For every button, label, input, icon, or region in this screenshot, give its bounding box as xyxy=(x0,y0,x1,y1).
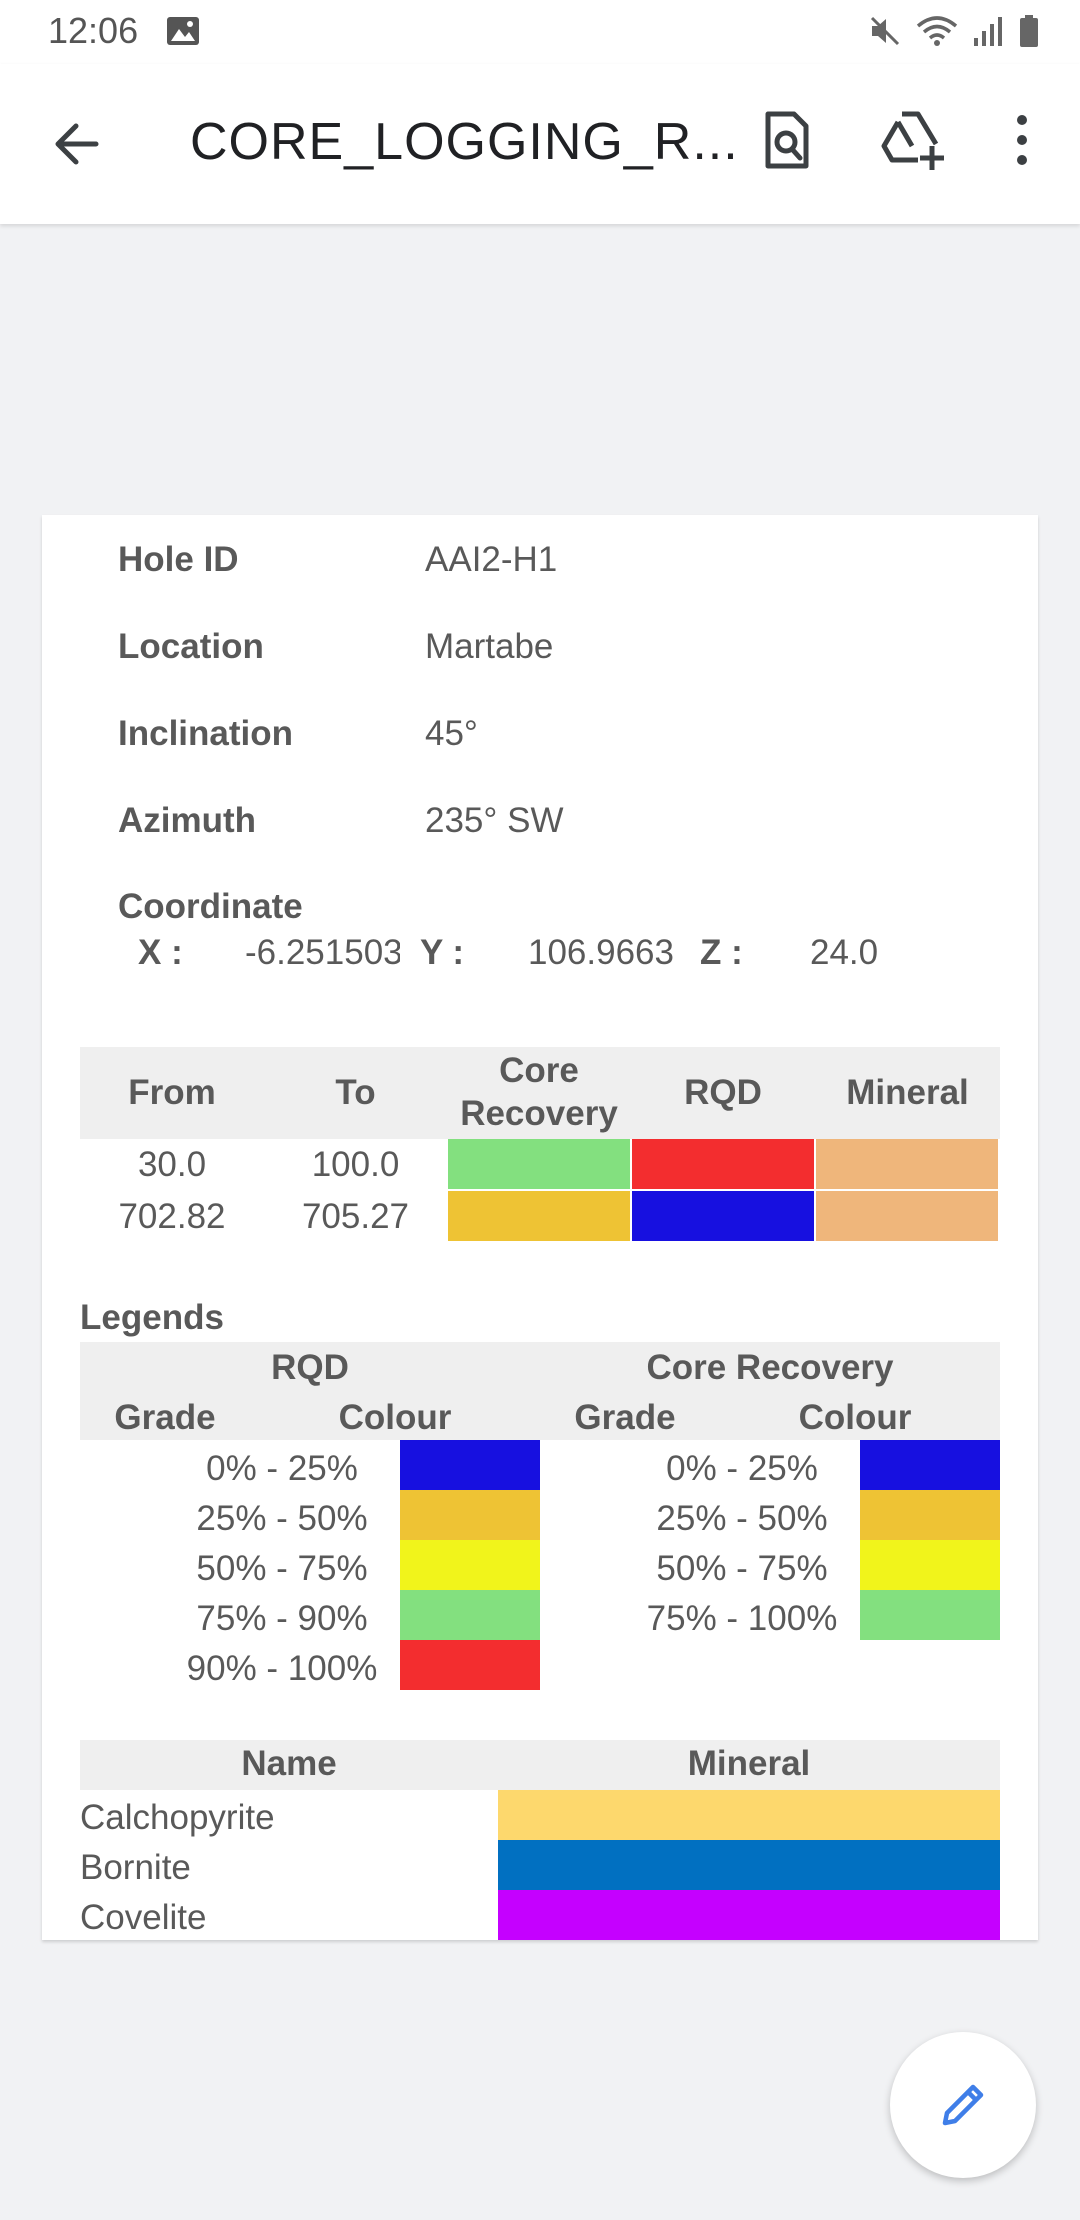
app-bar: CORE_LOGGING_R... xyxy=(0,64,1080,224)
table-row: 30.0 100.0 xyxy=(80,1139,1000,1191)
more-options-icon[interactable] xyxy=(1000,108,1044,172)
legends-title: Legends xyxy=(80,1298,224,1337)
core-recovery-header-line2: Recovery xyxy=(460,1094,618,1133)
from-header: From xyxy=(128,1073,216,1112)
rqd-swatch xyxy=(632,1139,814,1189)
mineral-name: Bornite xyxy=(80,1848,191,1887)
core-recovery-swatch xyxy=(448,1139,630,1189)
core-legend-swatch xyxy=(860,1540,1000,1590)
location-label: Location xyxy=(118,627,264,666)
table-row: 702.82 705.27 xyxy=(80,1191,1000,1243)
hole-id-label: Hole ID xyxy=(118,540,239,579)
status-bar: 12:06 xyxy=(0,0,1080,64)
find-in-page-icon[interactable] xyxy=(754,108,818,172)
rqd-legend-swatch xyxy=(400,1590,540,1640)
name-header: Name xyxy=(241,1744,337,1783)
azimuth-label: Azimuth xyxy=(118,801,257,840)
mute-icon xyxy=(868,14,902,53)
coord-x-label: X : xyxy=(138,933,183,972)
inclination-value: 45° xyxy=(425,714,478,753)
wifi-icon xyxy=(916,14,958,53)
rqd-legend-header: RQD xyxy=(271,1348,349,1387)
inclination-label: Inclination xyxy=(118,714,293,753)
document-page: Hole ID AAI2-H1 Location Martabe Inclina… xyxy=(42,515,1038,1940)
to-cell: 100.0 xyxy=(311,1145,400,1184)
azimuth-value: 235° SW xyxy=(425,801,564,840)
coord-x-value: -6.251503 xyxy=(245,933,400,972)
mineral-swatch xyxy=(816,1139,998,1189)
coordinate-label: Coordinate xyxy=(118,887,303,926)
core-legend-swatch xyxy=(860,1440,1000,1490)
core-legend-swatch xyxy=(860,1590,1000,1640)
mineral-name: Calchopyrite xyxy=(80,1798,275,1837)
core-colour-header: Colour xyxy=(798,1398,912,1437)
rqd-grade-header: Grade xyxy=(114,1398,216,1437)
gallery-notification-icon xyxy=(166,16,200,51)
rqd-legend-grade: 75% - 90% xyxy=(196,1599,368,1638)
core-legend-grade: 25% - 50% xyxy=(656,1499,828,1538)
core-recovery-legend-header: Core Recovery xyxy=(646,1348,894,1387)
back-arrow-icon[interactable] xyxy=(48,114,108,174)
coord-y-value: 106.9663 xyxy=(528,933,674,972)
rqd-swatch xyxy=(632,1191,814,1241)
to-cell: 705.27 xyxy=(301,1197,410,1236)
mineral-color-swatch xyxy=(498,1790,1000,1840)
legends-header: RQD Core Recovery Grade Colour Grade Col… xyxy=(80,1342,1000,1440)
mineral-header: Mineral xyxy=(846,1073,969,1112)
add-to-drive-icon[interactable] xyxy=(878,108,946,172)
to-header: To xyxy=(335,1073,376,1112)
edit-fab-button[interactable] xyxy=(890,2032,1036,2178)
hole-id-value: AAI2-H1 xyxy=(425,540,558,579)
pencil-icon xyxy=(942,2084,984,2126)
mineral-color-swatch xyxy=(498,1890,1000,1940)
rqd-legend-grade: 50% - 75% xyxy=(196,1549,368,1588)
coord-y-label: Y : xyxy=(420,933,465,972)
core-recovery-header-line1: Core xyxy=(499,1051,579,1090)
signal-icon xyxy=(972,14,1004,53)
document-title: CORE_LOGGING_R... xyxy=(190,113,739,171)
core-legend-grade: 0% - 25% xyxy=(666,1449,818,1488)
mineral-color-swatch xyxy=(498,1840,1000,1890)
mineral-color-header: Mineral xyxy=(687,1744,811,1783)
from-cell: 30.0 xyxy=(137,1145,207,1184)
rqd-legend-grade: 0% - 25% xyxy=(206,1449,358,1488)
battery-icon xyxy=(1018,14,1040,53)
mineral-swatch xyxy=(816,1191,998,1241)
core-logging-table-header: From To Core Recovery RQD Mineral xyxy=(80,1047,1000,1139)
mineral-table-header: Name Mineral xyxy=(80,1740,1000,1790)
location-value: Martabe xyxy=(425,627,554,666)
core-legend-grade: 50% - 75% xyxy=(656,1549,828,1588)
coord-z-label: Z : xyxy=(700,933,743,972)
rqd-legend-swatch xyxy=(400,1490,540,1540)
core-legend-swatch xyxy=(860,1490,1000,1540)
rqd-legend-grade: 90% - 100% xyxy=(186,1649,378,1688)
rqd-colour-header: Colour xyxy=(338,1398,452,1437)
core-grade-header: Grade xyxy=(574,1398,676,1437)
rqd-legend-grade: 25% - 50% xyxy=(196,1499,368,1538)
rqd-header: RQD xyxy=(684,1073,762,1112)
coord-z-value: 24.0 xyxy=(810,933,879,972)
core-legend-grade: 75% - 100% xyxy=(646,1599,838,1638)
rqd-legend-swatch xyxy=(400,1640,540,1690)
core-recovery-swatch xyxy=(448,1191,630,1241)
mineral-name: Covelite xyxy=(80,1898,207,1937)
rqd-legend-swatch xyxy=(400,1440,540,1490)
rqd-legend-swatch xyxy=(400,1540,540,1590)
from-cell: 702.82 xyxy=(118,1197,226,1236)
status-time: 12:06 xyxy=(48,10,139,51)
